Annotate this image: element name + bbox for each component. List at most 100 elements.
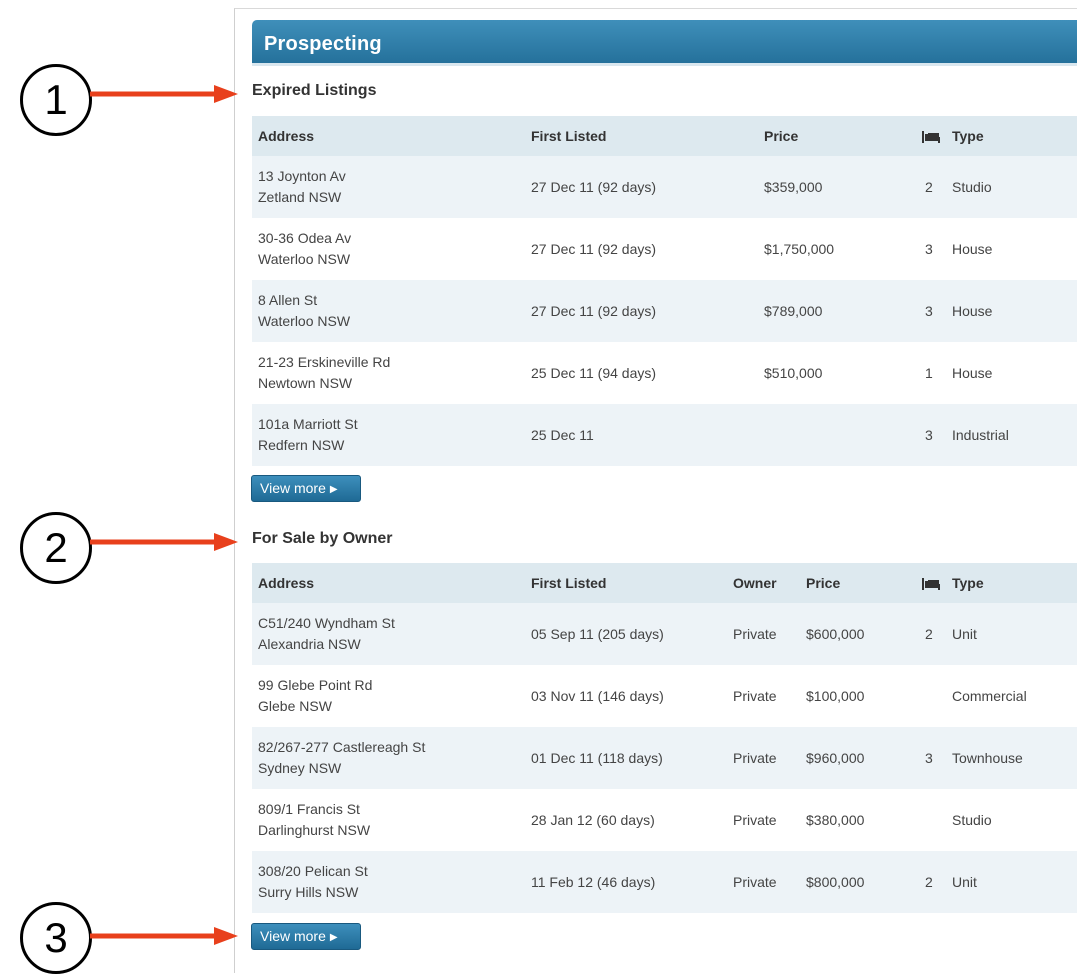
callout-1: 1 <box>20 64 92 136</box>
table-row[interactable]: C51/240 Wyndham St Alexandria NSW 05 Sep… <box>252 603 1077 665</box>
table-row[interactable]: 809/1 Francis St Darlinghurst NSW 28 Jan… <box>252 789 1077 851</box>
column-header-type[interactable]: Type <box>952 563 1077 603</box>
table-header-row: Address First Listed Owner Price Type <box>252 563 1077 603</box>
column-header-type[interactable]: Type <box>952 116 1077 156</box>
price: $800,000 <box>806 851 921 913</box>
callout-2: 2 <box>20 512 92 584</box>
table-header-row: Address First Listed Price Type <box>252 116 1077 156</box>
property-type: Studio <box>952 789 1077 851</box>
property-type: Townhouse <box>952 727 1077 789</box>
owner: Private <box>733 727 806 789</box>
property-type: Industrial <box>952 404 1077 466</box>
arrow-right-icon <box>90 533 238 551</box>
suburb[interactable]: Waterloo NSW <box>258 311 531 332</box>
table-row[interactable]: 21-23 Erskineville Rd Newtown NSW 25 Dec… <box>252 342 1077 404</box>
street[interactable]: 8 Allen St <box>258 290 531 311</box>
first-listed: 27 Dec 11 (92 days) <box>531 218 764 280</box>
street[interactable]: 809/1 Francis St <box>258 799 531 820</box>
table-row[interactable]: 99 Glebe Point Rd Glebe NSW 03 Nov 11 (1… <box>252 665 1077 727</box>
for-sale-by-owner-table: Address First Listed Owner Price Type C5… <box>252 563 1077 913</box>
first-listed: 25 Dec 11 <box>531 404 764 466</box>
column-header-price[interactable]: Price <box>806 563 921 603</box>
table-row[interactable]: 30-36 Odea Av Waterloo NSW 27 Dec 11 (92… <box>252 218 1077 280</box>
column-header-address[interactable]: Address <box>258 116 531 156</box>
table-row[interactable]: 8 Allen St Waterloo NSW 27 Dec 11 (92 da… <box>252 280 1077 342</box>
address-link[interactable]: 308/20 Pelican St Surry Hills NSW <box>258 851 531 913</box>
address-link[interactable]: 30-36 Odea Av Waterloo NSW <box>258 218 531 280</box>
price: $380,000 <box>806 789 921 851</box>
street[interactable]: 101a Marriott St <box>258 414 531 435</box>
first-listed: 28 Jan 12 (60 days) <box>531 789 733 851</box>
first-listed: 27 Dec 11 (92 days) <box>531 156 764 218</box>
bed-icon <box>922 131 940 144</box>
column-header-address[interactable]: Address <box>258 563 531 603</box>
address-link[interactable]: 13 Joynton Av Zetland NSW <box>258 156 531 218</box>
beds: 2 <box>921 156 952 218</box>
column-header-owner[interactable]: Owner <box>733 563 806 603</box>
price: $1,750,000 <box>764 218 921 280</box>
first-listed: 01 Dec 11 (118 days) <box>531 727 733 789</box>
table-row[interactable]: 82/267-277 Castlereagh St Sydney NSW 01 … <box>252 727 1077 789</box>
address-link[interactable]: 82/267-277 Castlereagh St Sydney NSW <box>258 727 531 789</box>
address-link[interactable]: 8 Allen St Waterloo NSW <box>258 280 531 342</box>
beds: 1 <box>921 342 952 404</box>
triangle-right-icon: ▶ <box>329 932 338 943</box>
arrow-right-icon <box>90 927 238 945</box>
table-row[interactable]: 101a Marriott St Redfern NSW 25 Dec 11 3… <box>252 404 1077 466</box>
address-link[interactable]: 99 Glebe Point Rd Glebe NSW <box>258 665 531 727</box>
property-type: Unit <box>952 851 1077 913</box>
street[interactable]: 82/267-277 Castlereagh St <box>258 737 531 758</box>
suburb[interactable]: Alexandria NSW <box>258 634 531 655</box>
expired-listings-title: Expired Listings <box>252 82 377 99</box>
address-link[interactable]: 21-23 Erskineville Rd Newtown NSW <box>258 342 531 404</box>
view-more-label: View more <box>260 480 326 496</box>
street[interactable]: C51/240 Wyndham St <box>258 613 531 634</box>
street[interactable]: 30-36 Odea Av <box>258 228 531 249</box>
column-header-beds[interactable] <box>921 563 952 603</box>
table-row[interactable]: 13 Joynton Av Zetland NSW 27 Dec 11 (92 … <box>252 156 1077 218</box>
suburb[interactable]: Surry Hills NSW <box>258 882 531 903</box>
address-link[interactable]: 101a Marriott St Redfern NSW <box>258 404 531 466</box>
triangle-right-icon: ▶ <box>329 484 338 495</box>
first-listed: 05 Sep 11 (205 days) <box>531 603 733 665</box>
property-type: House <box>952 280 1077 342</box>
price: $600,000 <box>806 603 921 665</box>
address-link[interactable]: C51/240 Wyndham St Alexandria NSW <box>258 603 531 665</box>
price: $510,000 <box>764 342 921 404</box>
suburb[interactable]: Darlinghurst NSW <box>258 820 531 841</box>
price: $960,000 <box>806 727 921 789</box>
suburb[interactable]: Newtown NSW <box>258 373 531 394</box>
suburb[interactable]: Redfern NSW <box>258 435 531 456</box>
property-type: Studio <box>952 156 1077 218</box>
first-listed: 27 Dec 11 (92 days) <box>531 280 764 342</box>
column-header-first-listed[interactable]: First Listed <box>531 563 733 603</box>
bed-icon <box>922 578 940 591</box>
beds: 3 <box>921 280 952 342</box>
street[interactable]: 13 Joynton Av <box>258 166 531 187</box>
first-listed: 25 Dec 11 (94 days) <box>531 342 764 404</box>
property-type: Commercial <box>952 665 1077 727</box>
table-row[interactable]: 308/20 Pelican St Surry Hills NSW 11 Feb… <box>252 851 1077 913</box>
column-header-first-listed[interactable]: First Listed <box>531 116 764 156</box>
beds: 3 <box>921 404 952 466</box>
owner: Private <box>733 665 806 727</box>
suburb[interactable]: Waterloo NSW <box>258 249 531 270</box>
street[interactable]: 99 Glebe Point Rd <box>258 675 531 696</box>
price: $100,000 <box>806 665 921 727</box>
price <box>764 404 921 466</box>
owner: Private <box>733 603 806 665</box>
property-type: House <box>952 342 1077 404</box>
beds <box>921 665 952 727</box>
address-link[interactable]: 809/1 Francis St Darlinghurst NSW <box>258 789 531 851</box>
beds: 2 <box>921 603 952 665</box>
fsbo-view-more-button[interactable]: View more ▶ <box>251 923 361 950</box>
column-header-beds[interactable] <box>921 116 952 156</box>
suburb[interactable]: Glebe NSW <box>258 696 531 717</box>
column-header-price[interactable]: Price <box>764 116 921 156</box>
street[interactable]: 21-23 Erskineville Rd <box>258 352 531 373</box>
expired-view-more-button[interactable]: View more ▶ <box>251 475 361 502</box>
property-type: Unit <box>952 603 1077 665</box>
suburb[interactable]: Zetland NSW <box>258 187 531 208</box>
street[interactable]: 308/20 Pelican St <box>258 861 531 882</box>
suburb[interactable]: Sydney NSW <box>258 758 531 779</box>
